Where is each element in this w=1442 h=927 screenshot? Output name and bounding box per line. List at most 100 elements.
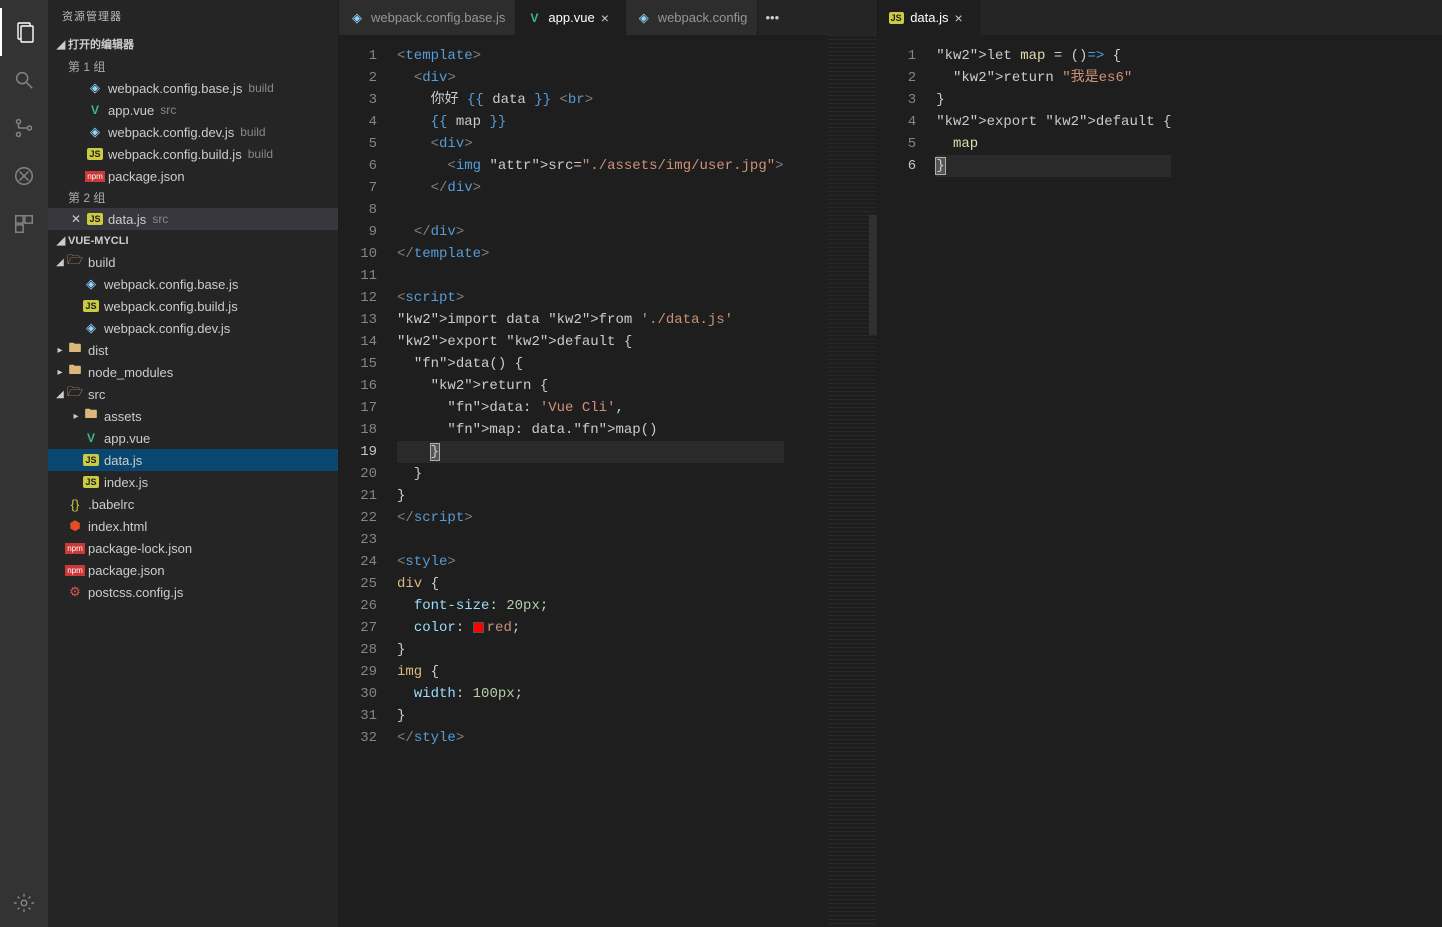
tab-label: app.vue [548,10,594,25]
tree-item[interactable]: JSdata.js [48,449,338,471]
line-number: 4 [345,111,377,133]
code-line[interactable]: </div> [397,177,784,199]
tree-label: package-lock.json [88,541,192,556]
code-line[interactable]: } [936,155,1171,177]
code-line[interactable]: </style> [397,727,784,749]
file-icon: ◈ [636,10,652,26]
tree-item[interactable]: ◈webpack.config.base.js [48,273,338,295]
activity-search-icon[interactable] [0,56,48,104]
code-line[interactable]: "fn">data: 'Vue Cli', [397,397,784,419]
tree-item[interactable]: npmpackage-lock.json [48,537,338,559]
code-line[interactable]: width: 100px; [397,683,784,705]
open-editor-item[interactable]: npmpackage.json [48,165,338,187]
tree-item[interactable]: ▸🖿dist [48,339,338,361]
tree-item[interactable]: ⚙postcss.config.js [48,581,338,603]
editor-tab[interactable]: ◈ webpack.config [626,0,759,35]
open-editors-header[interactable]: ◢ 打开的编辑器 [48,32,338,56]
code-line[interactable]: } [397,639,784,661]
tab-label: webpack.config [658,10,748,25]
code-line[interactable]: } [397,463,784,485]
tree-item[interactable]: {}.babelrc [48,493,338,515]
code-line[interactable]: "kw2">return "我是es6" [936,67,1171,89]
code-line[interactable]: </template> [397,243,784,265]
tree-item[interactable]: ▸🖿assets [48,405,338,427]
tree-item[interactable]: npmpackage.json [48,559,338,581]
code-line[interactable]: } [397,485,784,507]
code-right[interactable]: "kw2">let map = ()=> { "kw2">return "我是e… [930,35,1171,927]
open-editor-item[interactable]: Vapp.vuesrc [48,99,338,121]
code-line[interactable] [397,199,784,221]
code-line[interactable]: color: red; [397,617,784,639]
code-line[interactable]: <template> [397,45,784,67]
activity-extensions-icon[interactable] [0,200,48,248]
code-line[interactable]: "kw2">export "kw2">default { [397,331,784,353]
code-line[interactable]: 你好 {{ data }} <br> [397,89,784,111]
editor-right[interactable]: 123456 "kw2">let map = ()=> { "kw2">retu… [878,35,1442,927]
open-editor-item[interactable]: JSwebpack.config.build.jsbuild [48,143,338,165]
close-icon[interactable]: ✕ [68,212,84,226]
code-line[interactable]: } [397,441,784,463]
file-icon: 🗁 [66,383,84,405]
file-icon: V [86,103,104,117]
code-line[interactable] [397,265,784,287]
line-number: 20 [345,463,377,485]
open-editor-item[interactable]: ◈webpack.config.dev.jsbuild [48,121,338,143]
code-line[interactable]: {{ map }} [397,111,784,133]
editor-left[interactable]: 1234567891011121314151617181920212223242… [339,35,877,927]
code-line[interactable]: <div> [397,133,784,155]
line-number: 5 [884,133,916,155]
close-icon[interactable]: × [601,10,615,26]
file-meta: build [240,125,265,139]
chevron-icon: ▸ [70,411,82,422]
open-editor-item[interactable]: ◈webpack.config.base.jsbuild [48,77,338,99]
tab-label: webpack.config.base.js [371,10,505,25]
code-line[interactable]: <img "attr">src="./assets/img/user.jpg"> [397,155,784,177]
activity-explorer-icon[interactable] [0,8,48,56]
activity-scm-icon[interactable] [0,104,48,152]
code-line[interactable]: font-size: 20px; [397,595,784,617]
code-line[interactable]: <style> [397,551,784,573]
code-line[interactable]: "fn">data() { [397,353,784,375]
activity-settings-icon[interactable] [0,879,48,927]
code-line[interactable]: } [397,705,784,727]
file-label: webpack.config.base.js [108,81,242,96]
explorer-sidebar: 资源管理器 ◢ 打开的编辑器 第 1 组 ◈webpack.config.bas… [48,0,338,927]
activity-debug-icon[interactable] [0,152,48,200]
code-line[interactable]: map [936,133,1171,155]
tree-item[interactable]: ◈webpack.config.dev.js [48,317,338,339]
close-icon[interactable]: × [955,10,969,26]
code-line[interactable]: div { [397,573,784,595]
code-line[interactable]: </script> [397,507,784,529]
tree-item[interactable]: ◢🗁src [48,383,338,405]
tree-item[interactable]: JSindex.js [48,471,338,493]
chevron-icon: ▸ [54,345,66,356]
tree-item[interactable]: JSwebpack.config.build.js [48,295,338,317]
open-editor-item[interactable]: ✕JSdata.jssrc [48,208,338,230]
code-line[interactable]: <div> [397,67,784,89]
minimap[interactable] [827,35,877,927]
line-number: 6 [884,155,916,177]
line-number: 3 [345,89,377,111]
tree-item[interactable]: ▸🖿node_modules [48,361,338,383]
tree-item[interactable]: ◢🗁build [48,251,338,273]
tree-item[interactable]: ⬢index.html [48,515,338,537]
editor-tab[interactable]: Vapp.vue× [516,0,625,35]
code-line[interactable]: "kw2">import data "kw2">from './data.js' [397,309,784,331]
editor-tab[interactable]: JSdata.js× [878,0,979,35]
project-header[interactable]: ◢ VUE-MYCLI [48,230,338,251]
file-label: app.vue [108,103,154,118]
code-line[interactable]: } [936,89,1171,111]
code-line[interactable]: img { [397,661,784,683]
code-line[interactable]: "kw2">export "kw2">default { [936,111,1171,133]
code-line[interactable]: <script> [397,287,784,309]
code-line[interactable]: "fn">map: data."fn">map() [397,419,784,441]
file-icon: V [82,431,100,445]
code-line[interactable] [397,529,784,551]
tree-item[interactable]: Vapp.vue [48,427,338,449]
code-line[interactable]: "kw2">return { [397,375,784,397]
tab-overflow-icon[interactable]: ••• [758,0,786,35]
editor-tab[interactable]: ◈webpack.config.base.js [339,0,516,35]
code-line[interactable]: </div> [397,221,784,243]
code-line[interactable]: "kw2">let map = ()=> { [936,45,1171,67]
code-left[interactable]: <template> <div> 你好 {{ data }} <br> {{ m… [391,35,784,927]
